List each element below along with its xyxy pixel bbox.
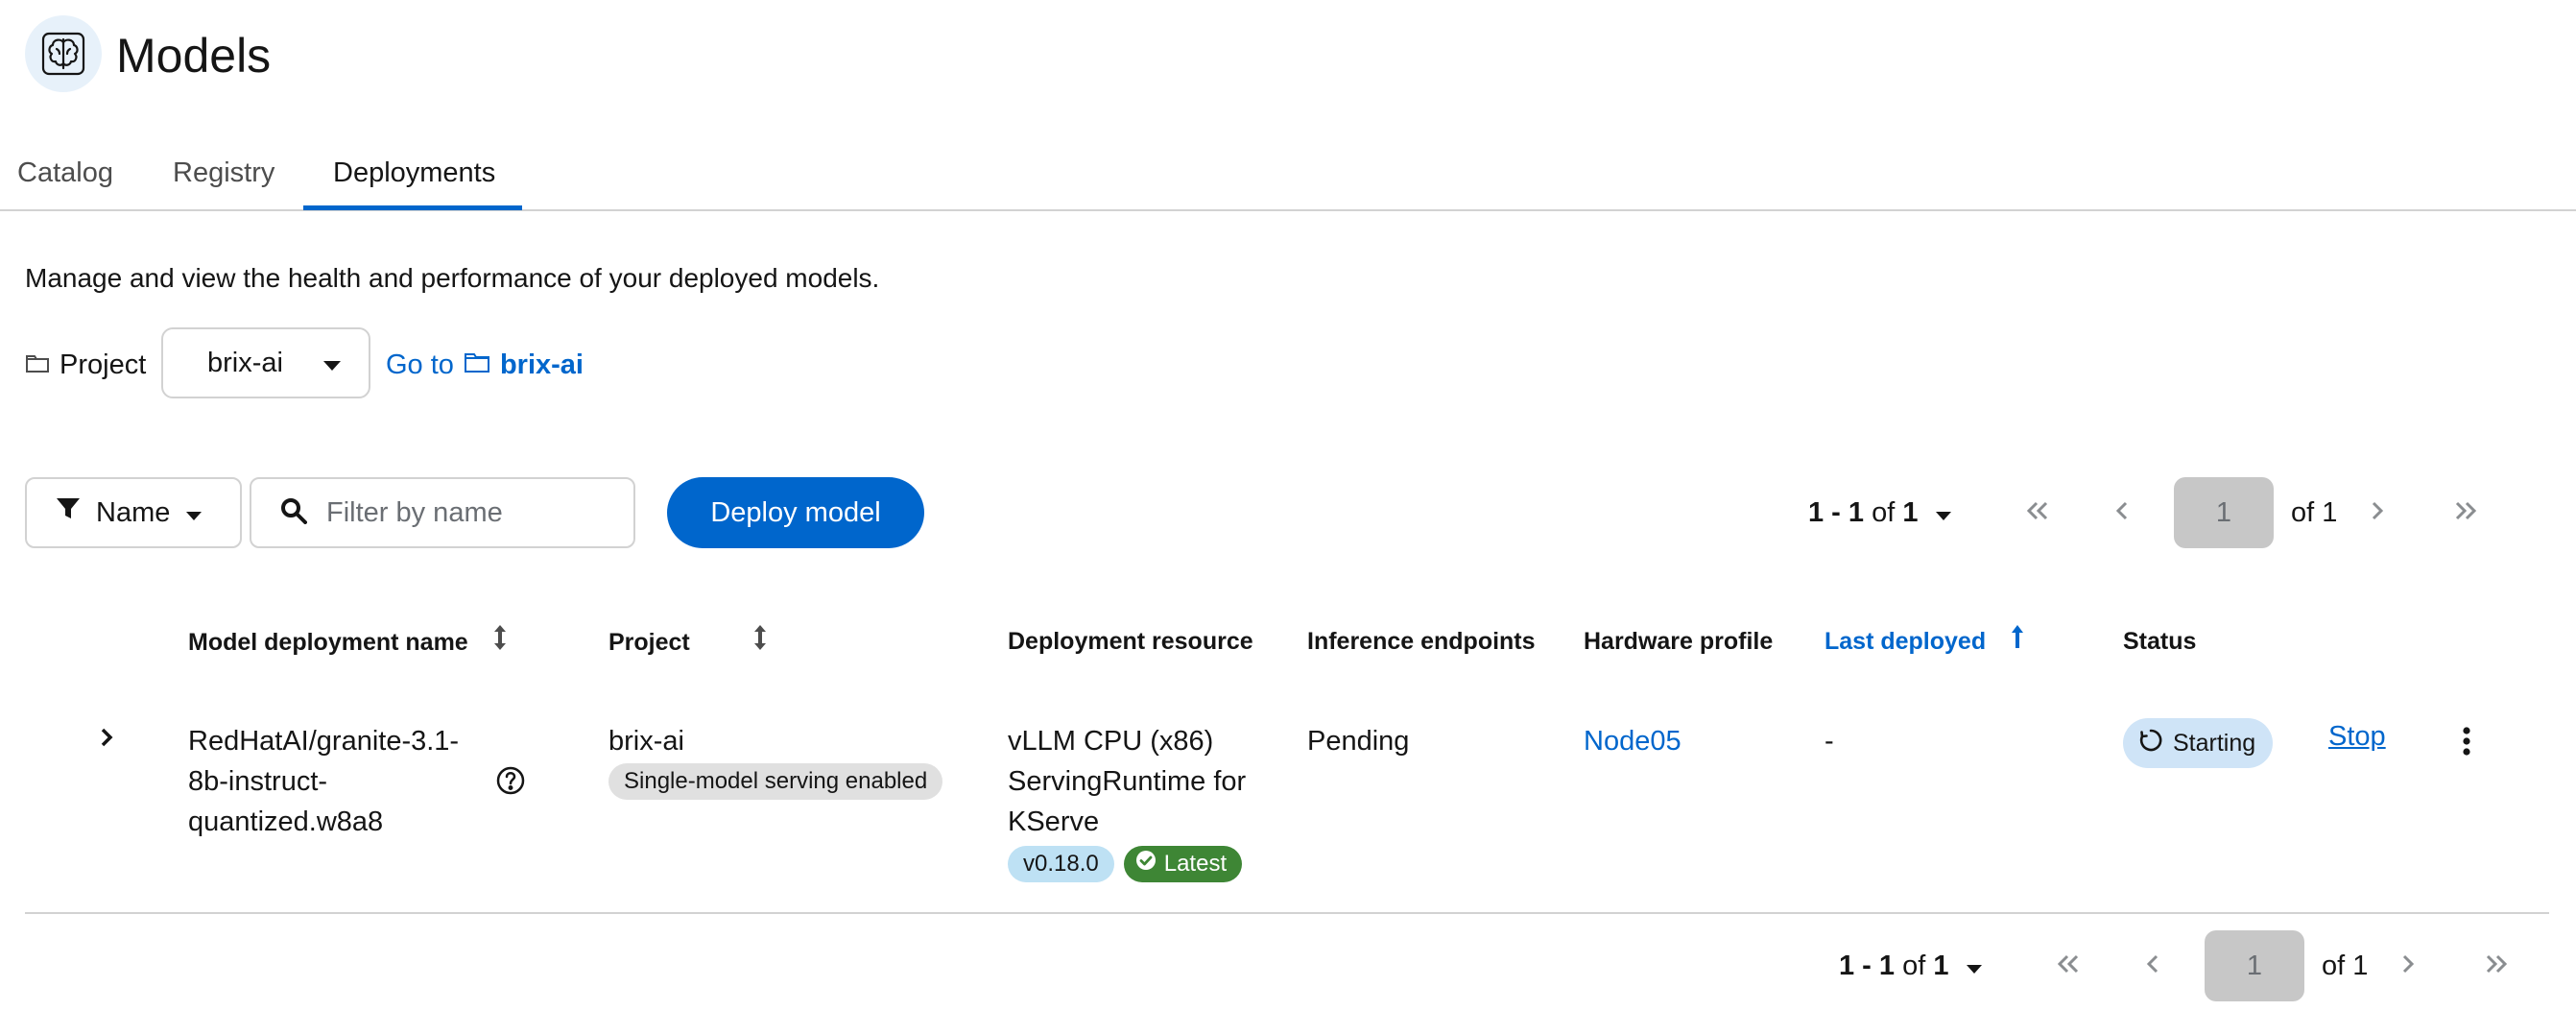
filter-search-box (250, 477, 635, 548)
serving-mode-badge-label: Single-model serving enabled (608, 763, 943, 800)
angle-right-icon (2401, 954, 2415, 978)
in-progress-icon (2138, 728, 2163, 759)
last-deployed-value: - (1825, 726, 1834, 757)
double-angle-right-icon (2454, 501, 2477, 525)
column-header-model-deployment-name[interactable]: Model deployment name (188, 624, 507, 661)
active-tab-indicator (303, 205, 522, 210)
column-header-last-deployed[interactable]: Last deployed (1825, 624, 2024, 659)
name-line: 8b-instruct- (188, 766, 328, 797)
inference-endpoints-value: Pending (1307, 726, 1410, 757)
goto-project-name: brix-ai (499, 349, 584, 380)
angle-left-icon (2115, 501, 2129, 525)
previous-page-button[interactable] (2096, 477, 2148, 548)
resource-badges: v0.18.0 Latest (1008, 846, 1243, 882)
double-angle-left-icon (2026, 501, 2049, 525)
sort-ascending-icon (2011, 624, 2024, 659)
column-header-project[interactable]: Project (608, 624, 767, 661)
tab-deployments[interactable]: Deployments (333, 134, 495, 211)
caret-down-icon (1966, 951, 1983, 982)
row-divider (25, 912, 2549, 914)
name-line: quantized.w8a8 (188, 806, 384, 837)
last-page-button[interactable] (2440, 477, 2492, 548)
latest-badge-label: Latest (1163, 851, 1228, 877)
total-pages-label: of 1 (2291, 496, 2338, 528)
status-badge[interactable]: Starting (2123, 718, 2274, 768)
brain-icon (25, 15, 102, 92)
column-header-status: Status (2123, 628, 2197, 655)
caret-down-icon (322, 348, 342, 379)
hardware-profile-link[interactable]: Node05 (1584, 721, 1682, 761)
filter-type-label: Name (96, 496, 171, 528)
pagination-count-text: 1 - 1 of 1 (1839, 950, 1949, 981)
tab-registry[interactable]: Registry (173, 134, 274, 211)
angle-right-icon (100, 727, 113, 753)
version-badge: v0.18.0 (1008, 846, 1114, 882)
column-header-deployment-resource: Deployment resource (1008, 628, 1253, 655)
page-description: Manage and view the health and performan… (25, 263, 880, 293)
folder-icon (464, 349, 490, 381)
bottom-previous-page-button[interactable] (2127, 930, 2179, 1001)
resource-line: ServingRuntime for (1008, 766, 1247, 797)
kebab-menu-icon[interactable] (2455, 724, 2478, 758)
double-angle-right-icon (2485, 954, 2508, 978)
sort-icon (753, 624, 767, 661)
column-label: Model deployment name (188, 629, 468, 656)
deploy-model-button[interactable]: Deploy model (667, 477, 924, 548)
help-icon[interactable] (495, 765, 526, 801)
bottom-total-pages-label: of 1 (2322, 950, 2369, 981)
bottom-current-page-input[interactable]: 1 (2205, 930, 2304, 1001)
search-icon (280, 497, 307, 529)
caret-down-icon (185, 497, 203, 529)
current-page-input[interactable]: 1 (2174, 477, 2274, 548)
serving-mode-badge: Single-model serving enabled (608, 763, 943, 800)
column-label: Project (608, 629, 690, 656)
page-title: Models (116, 29, 272, 83)
column-label: Last deployed (1825, 628, 1987, 655)
filter-type-select[interactable]: Name (25, 477, 242, 548)
bottom-next-page-button[interactable] (2382, 930, 2434, 1001)
project-label-text: Project (60, 349, 147, 380)
filter-by-name-input[interactable] (324, 495, 635, 530)
caret-down-icon (1935, 497, 1952, 529)
first-page-button[interactable] (2012, 477, 2063, 548)
next-page-button[interactable] (2351, 477, 2403, 548)
sort-icon (493, 624, 507, 661)
angle-right-icon (2371, 501, 2384, 525)
column-header-inference-endpoints: Inference endpoints (1307, 628, 1536, 655)
stop-button[interactable]: Stop (2328, 721, 2386, 753)
latest-badge: Latest (1123, 846, 1243, 882)
filter-icon (56, 496, 81, 529)
check-circle-icon (1135, 850, 1157, 879)
row-project: brix-ai (608, 726, 684, 757)
status-text: Starting (2173, 729, 2256, 757)
bottom-last-page-button[interactable] (2470, 930, 2522, 1001)
resource-line: KServe (1008, 806, 1100, 837)
tab-catalog[interactable]: Catalog (17, 134, 113, 211)
project-select[interactable]: brix-ai (161, 327, 370, 398)
bottom-pagination-count-toggle[interactable]: 1 - 1 of 1 (1839, 930, 1983, 1001)
project-select-value: brix-ai (207, 347, 283, 378)
goto-prefix: Go to (386, 349, 454, 380)
angle-left-icon (2146, 954, 2159, 978)
deployment-resource: vLLM CPU (x86) ServingRuntime for KServe (1008, 721, 1246, 842)
bottom-first-page-button[interactable] (2042, 930, 2094, 1001)
column-header-hardware-profile: Hardware profile (1584, 628, 1774, 655)
pagination-count-text: 1 - 1 of 1 (1808, 496, 1919, 528)
name-line: RedHatAI/granite-3.1- (188, 726, 460, 757)
model-deployment-name[interactable]: RedHatAI/granite-3.1- 8b-instruct- quant… (188, 721, 459, 842)
folder-icon (25, 349, 50, 381)
pagination-count-toggle[interactable]: 1 - 1 of 1 (1808, 477, 1952, 548)
project-label: Project (25, 344, 146, 386)
goto-project-link[interactable]: Go to brix-ai (386, 344, 584, 386)
double-angle-left-icon (2057, 954, 2080, 978)
row-expand-toggle[interactable] (92, 725, 121, 754)
resource-line: vLLM CPU (x86) (1008, 726, 1214, 757)
